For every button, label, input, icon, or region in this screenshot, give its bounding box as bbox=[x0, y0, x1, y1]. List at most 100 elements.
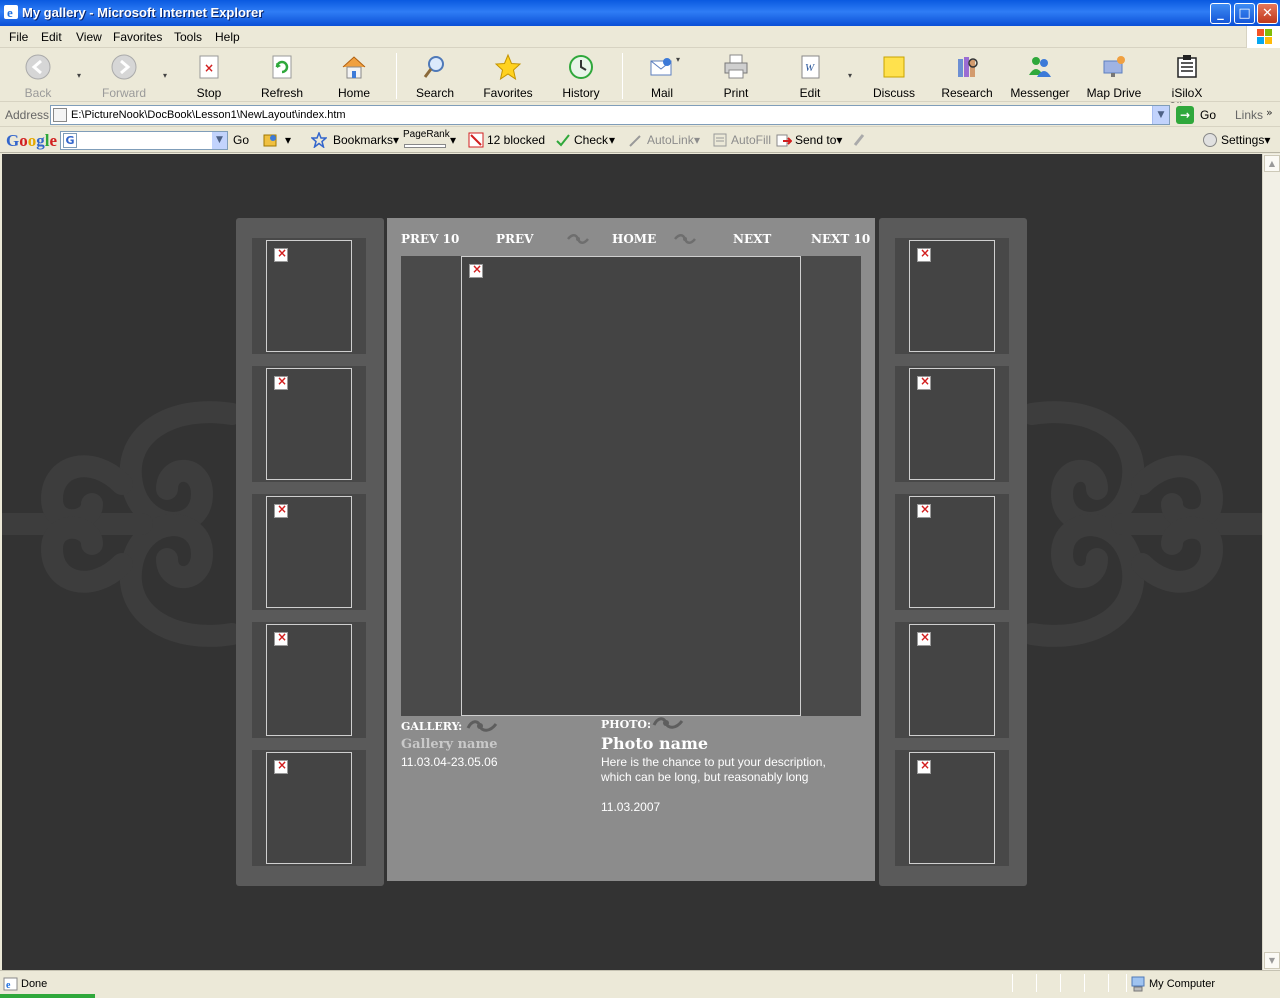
thumbnail-image[interactable] bbox=[266, 752, 352, 864]
scroll-up-icon[interactable]: ▲ bbox=[1264, 155, 1280, 172]
autolink-wand-icon bbox=[629, 135, 641, 147]
discuss-button[interactable]: Discuss bbox=[861, 53, 927, 100]
title-bar: e My gallery - Microsoft Internet Explor… bbox=[0, 0, 1280, 26]
search-options-icon[interactable] bbox=[263, 132, 279, 148]
window-title: My gallery - Microsoft Internet Explorer bbox=[22, 5, 264, 20]
photo-date: 11.03.2007 bbox=[601, 800, 661, 814]
main-photo[interactable] bbox=[461, 256, 801, 716]
google-search-input[interactable]: G ▼ bbox=[60, 131, 228, 150]
highlighter-icon[interactable] bbox=[851, 132, 867, 148]
forward-button[interactable]: Forward bbox=[91, 53, 157, 100]
broken-image-icon bbox=[917, 374, 931, 390]
menu-help[interactable]: Help bbox=[215, 30, 240, 44]
scroll-down-icon[interactable]: ▼ bbox=[1264, 952, 1280, 969]
history-button[interactable]: History bbox=[548, 53, 614, 100]
thumbnail-image[interactable] bbox=[909, 368, 995, 480]
mail-dropdown-icon[interactable]: ▾ bbox=[676, 55, 684, 64]
prev-10-link[interactable]: PREV 10 bbox=[401, 232, 459, 246]
broken-image-icon bbox=[469, 262, 483, 278]
svg-text:W: W bbox=[805, 62, 815, 74]
photo-label: PHOTO: bbox=[601, 718, 652, 731]
edit-button[interactable]: W Edit bbox=[777, 53, 843, 100]
mail-button[interactable]: Mail bbox=[629, 53, 695, 100]
address-dropdown-icon[interactable]: ▼ bbox=[1152, 106, 1169, 124]
thumbnail-image[interactable] bbox=[909, 240, 995, 352]
back-button[interactable]: Back bbox=[5, 53, 71, 100]
thumbnail-image[interactable] bbox=[909, 496, 995, 608]
svg-text:e: e bbox=[7, 5, 13, 20]
autofill-button[interactable]: AutoFill bbox=[731, 133, 771, 147]
settings-icon bbox=[1203, 133, 1217, 147]
stop-button[interactable]: × Stop bbox=[176, 53, 242, 100]
autolink-button[interactable]: AutoLink bbox=[647, 133, 694, 147]
next-10-link[interactable]: NEXT 10 bbox=[811, 232, 870, 246]
address-input[interactable]: E:\PictureNook\DocBook\Lesson1\NewLayout… bbox=[50, 105, 1170, 125]
print-button[interactable]: Print bbox=[703, 53, 769, 100]
pagerank-bar bbox=[404, 144, 446, 148]
google-search-dropdown-icon[interactable]: ▼ bbox=[212, 132, 227, 149]
menu-edit[interactable]: Edit bbox=[41, 30, 62, 44]
back-arrow-icon bbox=[25, 54, 51, 80]
bookmarks-button[interactable]: Bookmarks▾ bbox=[333, 133, 399, 147]
gallery-name: Gallery name bbox=[401, 737, 498, 752]
isilox-clipper-button[interactable]: iSiloX Clipper bbox=[1154, 53, 1220, 114]
check-dropdown-icon[interactable]: ▾ bbox=[609, 133, 615, 147]
status-divider bbox=[1108, 974, 1109, 992]
home-link[interactable]: HOME bbox=[612, 232, 656, 246]
bookmark-star-icon bbox=[311, 132, 327, 148]
back-dropdown-icon[interactable]: ▾ bbox=[77, 71, 85, 80]
refresh-button[interactable]: Refresh bbox=[249, 53, 315, 100]
chevron-right-icon[interactable]: » bbox=[1266, 106, 1273, 119]
autofill-icon bbox=[713, 133, 727, 147]
menu-file[interactable]: File bbox=[9, 30, 28, 44]
check-button[interactable]: Check bbox=[574, 133, 608, 147]
status-divider bbox=[1084, 974, 1085, 992]
menu-tools[interactable]: Tools bbox=[174, 30, 202, 44]
next-link[interactable]: NEXT bbox=[733, 232, 771, 246]
forward-dropdown-icon[interactable]: ▾ bbox=[163, 71, 171, 80]
svg-text:e: e bbox=[6, 980, 11, 991]
gallery-dates: 11.03.04-23.05.06 bbox=[401, 755, 498, 769]
menu-view[interactable]: View bbox=[76, 30, 102, 44]
thumbnail-image[interactable] bbox=[266, 624, 352, 736]
map-drive-button[interactable]: Map Drive bbox=[1081, 53, 1147, 100]
thumbnail-frame bbox=[895, 494, 1009, 610]
edit-dropdown-icon[interactable]: ▾ bbox=[848, 71, 856, 80]
page-content: PREV 10 PREV HOME NEXT NEXT 10 GALLERY: … bbox=[2, 154, 1262, 970]
thumbnail-image[interactable] bbox=[266, 368, 352, 480]
forward-arrow-icon bbox=[111, 54, 137, 80]
menu-favorites[interactable]: Favorites bbox=[113, 30, 162, 44]
thumbnail-image[interactable] bbox=[909, 752, 995, 864]
home-button[interactable]: Home bbox=[321, 53, 387, 100]
search-button[interactable]: Search bbox=[402, 53, 468, 100]
research-books-icon bbox=[958, 57, 978, 77]
pagerank-label: PageRank bbox=[403, 129, 450, 140]
search-options-dropdown-icon[interactable]: ▾ bbox=[285, 133, 291, 147]
pagerank-dropdown-icon[interactable]: ▾ bbox=[450, 133, 456, 147]
thumbnail-image[interactable] bbox=[909, 624, 995, 736]
photo-name: Photo name bbox=[601, 734, 709, 753]
favorites-button[interactable]: Favorites bbox=[475, 53, 541, 100]
prev-link[interactable]: PREV bbox=[496, 232, 533, 246]
popup-blocked-count[interactable]: 12 blocked bbox=[487, 133, 545, 147]
maximize-button[interactable]: □ bbox=[1234, 3, 1255, 24]
thumbnail-image[interactable] bbox=[266, 496, 352, 608]
research-button[interactable]: Research bbox=[934, 53, 1000, 100]
google-logo[interactable]: Google bbox=[6, 131, 57, 151]
address-value: E:\PictureNook\DocBook\Lesson1\NewLayout… bbox=[71, 109, 346, 121]
send-to-button[interactable]: Send to▾ bbox=[795, 133, 842, 147]
ie-icon: e bbox=[4, 5, 18, 20]
close-button[interactable]: ✕ bbox=[1257, 3, 1278, 24]
thumbnail-frame bbox=[895, 622, 1009, 738]
links-button[interactable]: Links bbox=[1235, 108, 1263, 122]
autolink-dropdown-icon[interactable]: ▾ bbox=[694, 133, 700, 147]
vertical-scrollbar[interactable]: ▲ ▼ bbox=[1262, 154, 1280, 970]
go-button[interactable]: → Go bbox=[1176, 106, 1226, 124]
minimize-button[interactable]: _ bbox=[1210, 3, 1231, 24]
thumbnail-image[interactable] bbox=[266, 240, 352, 352]
toolbar-separator bbox=[622, 53, 623, 99]
google-go-button[interactable]: Go bbox=[233, 133, 249, 147]
settings-button[interactable]: Settings▾ bbox=[1221, 133, 1270, 147]
status-divider bbox=[1036, 974, 1037, 992]
messenger-button[interactable]: Messenger bbox=[1007, 53, 1073, 100]
